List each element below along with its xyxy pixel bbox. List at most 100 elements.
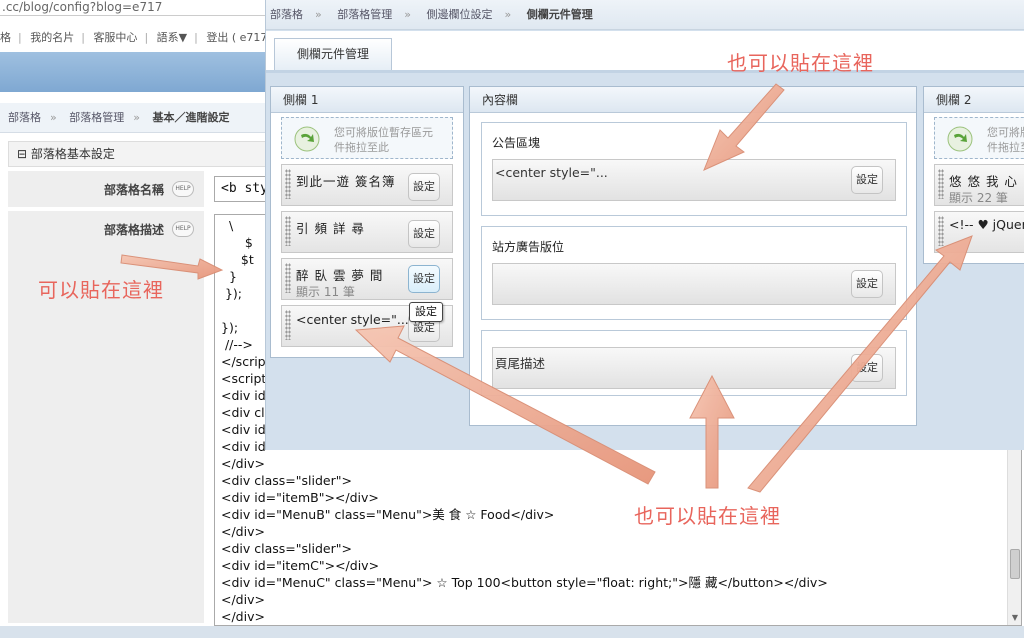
sidebar2-title: 側欄 2 [924, 87, 1024, 113]
widget-settings-button[interactable]: 設定 [408, 220, 440, 248]
top-link-language[interactable]: 語系▼ [157, 31, 187, 44]
ov-crumb-sidebar[interactable]: 側邊欄位設定 [426, 8, 492, 21]
widget-settings-button[interactable]: 設定 [851, 270, 883, 298]
code-line: <div class="slider"> [221, 473, 352, 488]
widget-title: 到此一遊 簽名簿 [296, 174, 396, 189]
breadcrumb-blog-manage[interactable]: 部落格管理 [69, 111, 124, 124]
collapse-icon[interactable]: ⊟ [17, 147, 27, 161]
top-links: 格 | 我的名片 | 客服中心 | 語系▼ | 登出 ( e717 ) [0, 31, 276, 44]
code-line: </div> [221, 592, 265, 607]
help-icon[interactable]: HELP [172, 221, 194, 237]
widget-title: 悠 悠 我 心 · [949, 174, 1024, 189]
widget-html[interactable]: <center style="... 設定 設定 [281, 302, 453, 347]
drop-hint-line1: 您可將版位暫存區元 [334, 126, 433, 139]
sidebar1-drop-zone[interactable]: 您可將版位暫存區元 件拖拉至此 [281, 117, 453, 159]
widget-count: 顯示 11 筆 [296, 285, 355, 299]
sidebar2-drop-zone[interactable]: 您可將版 件拖拉至 [934, 117, 1024, 159]
ad-widget[interactable]: 設定 [492, 263, 896, 305]
annotation-top: 也可以貼在這裡 [727, 51, 874, 75]
footer-block: 頁尾描述 設定 [481, 330, 907, 396]
tab-widget-manager[interactable]: 側欄元件管理 [274, 38, 392, 70]
header-banner [0, 52, 270, 92]
top-link-support[interactable]: 客服中心 [93, 31, 137, 44]
drag-handle-icon[interactable] [285, 216, 291, 246]
widget-settings-button[interactable]: 設定 [851, 166, 883, 194]
widget-title: <center style="... [296, 312, 409, 327]
widget-title: 引 頻 詳 尋 [296, 221, 365, 236]
code-line: <div id="itemB"></div> [221, 490, 379, 505]
code-line: <div id="itemC"></div> [221, 558, 380, 573]
code-line: <div id="MenuB" class="Menu">美 食 ☆ Food<… [221, 507, 555, 522]
ov-crumb-manage[interactable]: 部落格管理 [337, 8, 392, 21]
code-line: \ [221, 218, 234, 233]
address-bar[interactable]: .cc/blog/config?blog=e717 [0, 0, 270, 16]
desc-label: 部落格描述 [103, 223, 164, 237]
drag-handle-icon[interactable] [285, 310, 291, 340]
widget-guestbook[interactable]: 到此一遊 簽名簿 設定 [281, 164, 453, 206]
announcement-widget[interactable]: <center style="... 設定 [492, 159, 896, 201]
widget-search[interactable]: 引 頻 詳 尋 設定 [281, 211, 453, 253]
name-row: 部落格名稱 HELP [8, 171, 204, 207]
drag-handle-icon[interactable] [285, 169, 291, 199]
scroll-thumb[interactable] [1010, 549, 1020, 579]
code-line: <div id="MenuC" class="Menu"> ☆ Top 100<… [221, 575, 828, 590]
breadcrumb-blog[interactable]: 部落格 [8, 111, 41, 124]
widget-content: <center style="... [495, 165, 608, 180]
block-label: 站方廣告版位 [492, 240, 565, 254]
widget-manager-overlay: 部落格» 部落格管理» 側邊欄位設定» 側欄元件管理 側欄元件管理 側欄 1 您… [265, 0, 1024, 450]
widget-posts[interactable]: 醉 臥 雲 夢 間 顯示 11 筆 設定 [281, 258, 453, 300]
code-line: </scrip [221, 354, 266, 369]
widget-guestbook-2[interactable]: 悠 悠 我 心 · 顯示 22 筆 [934, 164, 1024, 206]
ov-crumb-blog[interactable]: 部落格 [270, 8, 303, 21]
ad-block: 站方廣告版位 設定 [481, 226, 907, 320]
section-title: 部落格基本設定 [30, 147, 115, 161]
widget-content: 頁尾描述 [495, 356, 546, 371]
scroll-down-icon[interactable]: ▼ [1008, 611, 1021, 625]
drag-handle-icon[interactable] [285, 263, 291, 293]
annotation-left: 可以貼在這裡 [38, 278, 164, 302]
code-line: </div> [221, 456, 265, 471]
widget-title: <!-- ♥ jQuer [949, 217, 1024, 232]
code-line: }); [221, 286, 243, 301]
top-link-partial[interactable]: 格 [0, 31, 11, 44]
sidebar1-panel: 側欄 1 您可將版位暫存區元 件拖拉至此 到此一遊 簽名簿 設定 引 頻 詳 尋… [270, 86, 464, 358]
widget-settings-button[interactable]: 設定 [851, 354, 883, 382]
widget-settings-button[interactable]: 設定 [408, 173, 440, 201]
annotation-bottom: 也可以貼在這裡 [634, 504, 781, 528]
code-line: $ [221, 235, 253, 250]
drag-handle-icon[interactable] [938, 216, 944, 246]
help-icon[interactable]: HELP [172, 181, 194, 197]
breadcrumb: 部落格» 部落格管理» 基本／進階設定 [0, 103, 270, 133]
code-line: </div> [221, 524, 265, 539]
footer-widget[interactable]: 頁尾描述 設定 [492, 347, 896, 389]
settings-tooltip: 設定 [409, 302, 443, 322]
code-line: //--> [221, 337, 253, 352]
code-line: <script [221, 371, 267, 386]
widget-count: 顯示 22 筆 [949, 191, 1008, 205]
bottom-strip [0, 626, 1024, 638]
drag-handle-icon[interactable] [938, 169, 944, 199]
section-header[interactable]: ⊟ 部落格基本設定 [8, 141, 270, 167]
drop-hint-line2: 件拖拉至 [987, 141, 1024, 154]
top-link-namecard[interactable]: 我的名片 [30, 31, 74, 44]
code-line: <div class="slider"> [221, 541, 352, 556]
block-label: 公告區塊 [492, 136, 541, 150]
overlay-breadcrumb: 部落格» 部落格管理» 側邊欄位設定» 側欄元件管理 [266, 0, 1024, 30]
code-line: } [221, 269, 237, 284]
drop-hint-line1: 您可將版 [987, 126, 1024, 139]
content-title: 內容欄 [470, 87, 916, 113]
code-line: $t [221, 252, 254, 267]
code-line: </div> [221, 609, 265, 624]
sidebar1-title: 側欄 1 [271, 87, 463, 113]
ov-crumb-current: 側欄元件管理 [526, 8, 593, 21]
tab-bar: 側欄元件管理 [266, 31, 1024, 73]
drag-arrow-icon [947, 126, 973, 152]
content-panel: 內容欄 公告區塊 <center style="... 設定 站方廣告版位 設定… [469, 86, 917, 426]
name-label: 部落格名稱 [103, 183, 164, 197]
widget-settings-button[interactable]: 設定 [408, 265, 440, 293]
widget-title: 醉 臥 雲 夢 間 [296, 268, 384, 283]
sidebar2-panel: 側欄 2 您可將版 件拖拉至 悠 悠 我 心 · 顯示 22 筆 <!-- ♥ … [923, 86, 1024, 264]
drag-arrow-icon [294, 126, 320, 152]
drop-hint-line2: 件拖拉至此 [334, 141, 389, 154]
widget-jquery[interactable]: <!-- ♥ jQuer [934, 211, 1024, 253]
